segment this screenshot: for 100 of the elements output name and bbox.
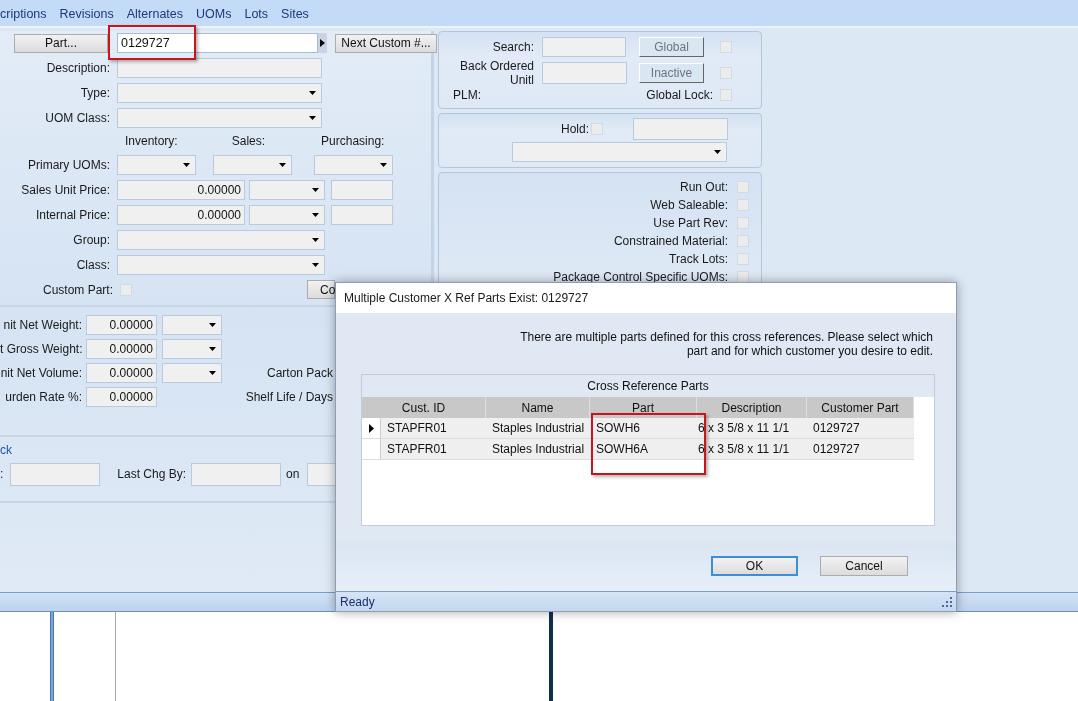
caret-icon [312, 262, 319, 267]
dropdown-field[interactable] [213, 154, 292, 175]
cancel-button[interactable]: Cancel [820, 556, 908, 576]
input-field[interactable]: 0.00000 [86, 387, 157, 407]
right-triangle-icon [320, 39, 325, 47]
input-field[interactable] [10, 462, 101, 486]
table-cell: Staples Industrial [486, 418, 590, 439]
dropdown-field[interactable] [117, 82, 322, 103]
menu-tab[interactable]: criptions [0, 7, 47, 21]
input-field[interactable]: 0.00000 [117, 204, 245, 225]
row-selector[interactable] [362, 418, 381, 439]
field-label: Sales Unit Price: [20, 182, 111, 197]
checkbox[interactable] [737, 181, 749, 193]
input-field[interactable] [542, 37, 626, 57]
caret-icon [279, 162, 286, 167]
checkbox[interactable] [737, 253, 749, 265]
field-label: Hold: [560, 122, 590, 136]
field-label: Run Out: [679, 180, 728, 194]
input-field[interactable]: 0.00000 [86, 339, 157, 359]
input-field[interactable] [633, 118, 728, 140]
menu-tab[interactable]: Revisions [59, 7, 114, 21]
global-button[interactable]: Global [639, 37, 704, 57]
field-label: Track Lots: [669, 252, 728, 266]
table-cell: 0129727 [807, 439, 914, 460]
checkbox[interactable] [120, 283, 132, 296]
input-field[interactable]: 0.00000 [86, 363, 157, 383]
group-header: ck [0, 443, 12, 457]
input-field[interactable]: 0.00000 [117, 179, 245, 200]
caret-icon [312, 212, 319, 217]
dropdown-field[interactable] [249, 204, 325, 225]
input-field[interactable]: 0.00000 [86, 315, 157, 335]
field-label: Back Ordered Unitl [458, 59, 535, 87]
dropdown-field[interactable] [117, 154, 196, 175]
partial-button[interactable]: Co [307, 280, 335, 299]
resize-grip-icon [942, 596, 952, 607]
table-cell: 6 x 3 5/8 x 11 1/1 [697, 418, 807, 439]
part-button[interactable]: Part... [14, 33, 108, 53]
input-field[interactable] [542, 62, 627, 84]
menu-tab[interactable]: UOMs [196, 7, 232, 21]
column-header[interactable]: Cust. ID [362, 397, 486, 418]
dropdown-field[interactable] [117, 107, 322, 128]
column-header[interactable]: Description [697, 397, 807, 418]
dropdown-field[interactable] [162, 363, 222, 383]
column-header[interactable]: Name [486, 397, 590, 418]
checkbox[interactable] [737, 217, 749, 229]
menu-tab[interactable]: Alternates [126, 7, 183, 21]
field-label: Constrained Material: [613, 234, 728, 248]
grid-title: Cross Reference Parts [362, 375, 934, 397]
caret-icon [309, 90, 316, 95]
field-label: Group: [72, 232, 111, 247]
checkbox[interactable] [737, 235, 749, 247]
menu-tab[interactable]: Lots [244, 7, 269, 21]
input-field[interactable] [331, 179, 393, 200]
checkbox[interactable] [591, 123, 603, 135]
table-cell: 6 x 3 5/8 x 11 1/1 [697, 439, 807, 460]
message-text: There are multiple parts defined for this cross references. Please select which part and for which customer you desire to edit. [519, 330, 933, 360]
field-label: Search: [491, 40, 535, 54]
table-cell: STAPFR01 [381, 418, 486, 439]
status-text: Ready [340, 594, 375, 609]
checkbox[interactable] [720, 89, 732, 101]
next-custom-button[interactable]: Next Custom #... [335, 33, 437, 53]
caret-icon [183, 162, 190, 167]
checkbox[interactable] [720, 67, 732, 79]
column-header[interactable]: Part [590, 397, 697, 418]
caret-icon [380, 162, 387, 167]
field-label: : [0, 467, 4, 481]
menu-tab[interactable]: Sites [281, 7, 309, 21]
field-label: Primary UOMs: [27, 157, 111, 172]
table-cell: SOWH6 [590, 418, 697, 439]
ok-button[interactable]: OK [711, 556, 798, 576]
column-label: Purchasing: [321, 134, 385, 148]
part-number-field[interactable]: 0129727 [117, 33, 318, 53]
table-cell: Staples Industrial [486, 439, 590, 460]
dropdown-field[interactable] [162, 339, 222, 359]
checkbox[interactable] [737, 199, 749, 211]
column-label: Inventory: [125, 134, 178, 148]
field-label: Use Part Rev: [653, 216, 728, 230]
input-field[interactable] [117, 57, 322, 78]
dropdown-field[interactable] [162, 315, 222, 335]
row-pointer-icon [368, 423, 374, 433]
field-label: nit Net Weight: [2, 318, 83, 332]
dropdown-field[interactable] [117, 254, 325, 275]
dropdown-field[interactable] [117, 229, 325, 250]
table-cell: 0129727 [807, 418, 914, 439]
input-field[interactable] [331, 204, 393, 225]
dropdown-field[interactable] [512, 141, 727, 162]
field-label: Last Chg By: [117, 467, 187, 481]
input-field[interactable] [191, 462, 282, 486]
field-label: Class: [75, 257, 111, 272]
caret-icon [209, 371, 216, 375]
checkbox[interactable] [720, 41, 732, 53]
field-label: PLM: [453, 88, 481, 102]
dropdown-field[interactable] [249, 179, 325, 200]
column-header[interactable]: Customer Part [807, 397, 914, 418]
table-cell: STAPFR01 [381, 439, 486, 460]
field-label: Description: [45, 60, 111, 75]
dropdown-field[interactable] [314, 154, 393, 175]
checkbox[interactable] [737, 271, 749, 283]
arrow-button[interactable] [318, 33, 327, 53]
field-label: UOM Class: [44, 110, 111, 125]
